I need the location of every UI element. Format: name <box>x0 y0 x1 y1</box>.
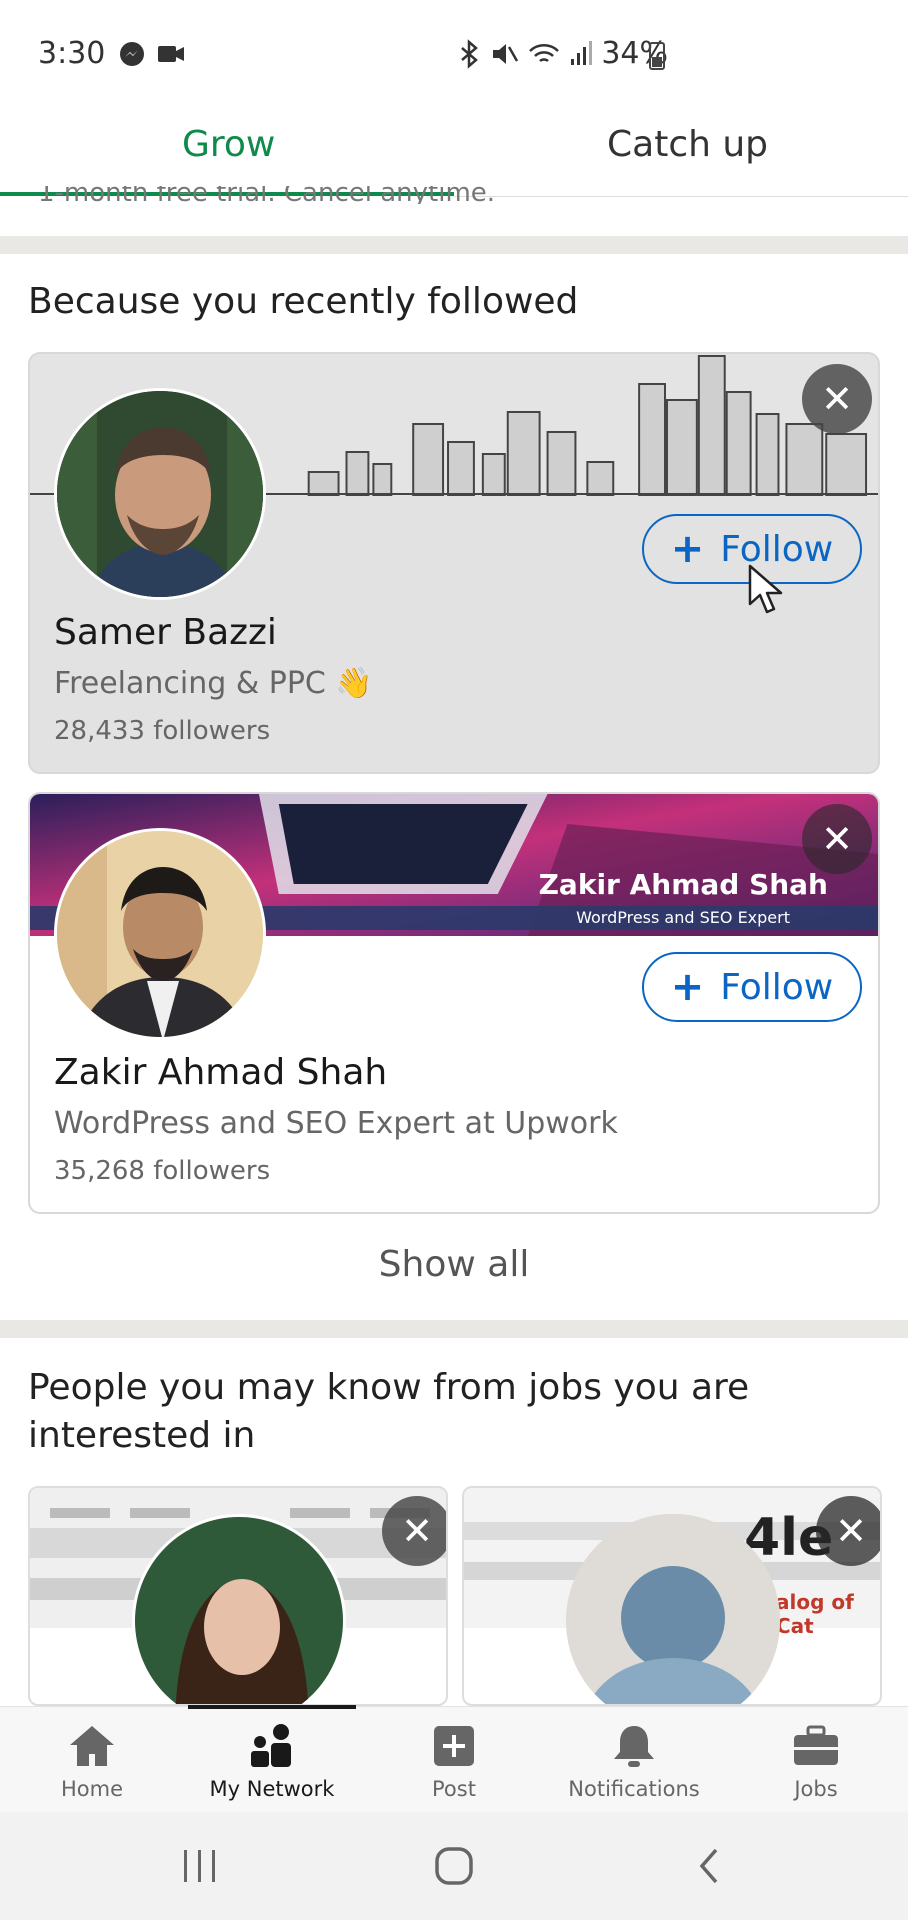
show-all-button[interactable]: Show all <box>0 1244 908 1285</box>
section-title-followed: Because you recently followed <box>28 281 579 322</box>
battery-icon <box>649 42 665 70</box>
nav-jobs[interactable]: Jobs <box>736 1723 896 1801</box>
plus-icon: + <box>670 526 705 572</box>
banner-title: Zakir Ahmad Shah <box>538 868 828 901</box>
nav-post[interactable]: Post <box>374 1723 534 1801</box>
wifi-icon <box>529 43 560 62</box>
status-system-icons: 34% <box>457 36 668 71</box>
home-button-icon[interactable] <box>434 1846 474 1886</box>
banner-subtitle: WordPress and SEO Expert <box>576 908 790 927</box>
dismiss-card-button[interactable]: ✕ <box>802 804 872 874</box>
section-title-jobs: People you may know from jobs you are in… <box>28 1367 750 1456</box>
messenger-icon <box>120 42 144 66</box>
person-name[interactable]: Samer Bazzi <box>54 612 277 653</box>
follow-card-samer[interactable]: ✕ + Follow Samer Bazzi Freelancing & PPC… <box>28 352 880 774</box>
avatar-photo <box>135 1517 343 1704</box>
mouse-cursor-icon <box>748 564 783 614</box>
avatar-photo <box>57 831 263 1037</box>
back-icon[interactable] <box>694 1846 724 1886</box>
bottom-navigation: Home My Network Post Notifications Jobs <box>0 1706 908 1812</box>
follow-card-zakir[interactable]: Zakir Ahmad Shah WordPress and SEO Exper… <box>28 792 880 1214</box>
section-divider <box>0 236 908 254</box>
home-icon <box>70 1726 114 1766</box>
bell-icon <box>614 1726 654 1767</box>
avatar-zakir[interactable] <box>54 828 266 1040</box>
suggestion-card-2[interactable]: 4le alog of Cat ✕ <box>462 1486 882 1706</box>
avatar-samer[interactable] <box>54 388 266 600</box>
follower-count: 28,433 followers <box>54 716 271 746</box>
follow-label: Follow <box>720 966 834 1008</box>
video-icon <box>158 46 184 62</box>
status-notification-icons <box>118 40 186 68</box>
recent-apps-icon[interactable] <box>180 1848 220 1884</box>
plus-icon: + <box>670 964 705 1010</box>
bluetooth-icon <box>461 38 479 69</box>
suggestion-card-1[interactable]: ✕ <box>28 1486 448 1706</box>
nav-home[interactable]: Home <box>12 1723 172 1801</box>
status-bar: 3:30 34% <box>0 0 908 110</box>
dismiss-card-button[interactable]: ✕ <box>802 364 872 434</box>
tab-divider <box>454 196 908 197</box>
network-icon <box>251 1724 291 1767</box>
tab-catch-up[interactable]: Catch up <box>607 124 768 165</box>
tab-grow[interactable]: Grow <box>182 124 275 165</box>
dismiss-card-button[interactable]: ✕ <box>816 1496 880 1566</box>
post-icon <box>434 1726 474 1766</box>
status-time: 3:30 <box>38 36 106 71</box>
nav-notifications[interactable]: Notifications <box>554 1723 714 1801</box>
premium-promo-text: 1-month free trial. Cancel anytime. <box>38 186 496 204</box>
avatar-photo <box>57 391 263 597</box>
follower-count: 35,268 followers <box>54 1156 271 1186</box>
person-name[interactable]: Zakir Ahmad Shah <box>54 1052 387 1093</box>
signal-icon <box>571 40 593 65</box>
briefcase-icon <box>794 1725 838 1765</box>
active-nav-indicator <box>188 1705 356 1709</box>
banner-text-partial: alog of Cat <box>776 1590 854 1638</box>
person-headline: WordPress and SEO Expert at Upwork <box>54 1106 618 1141</box>
person-headline: Freelancing & PPC 👋 <box>54 666 373 701</box>
follow-button-zakir[interactable]: + Follow <box>642 952 862 1022</box>
mute-icon <box>493 43 519 64</box>
dismiss-card-button[interactable]: ✕ <box>382 1496 446 1566</box>
section-divider <box>0 1320 908 1338</box>
nav-my-network[interactable]: My Network <box>192 1723 352 1801</box>
system-navigation-bar <box>0 1812 908 1920</box>
